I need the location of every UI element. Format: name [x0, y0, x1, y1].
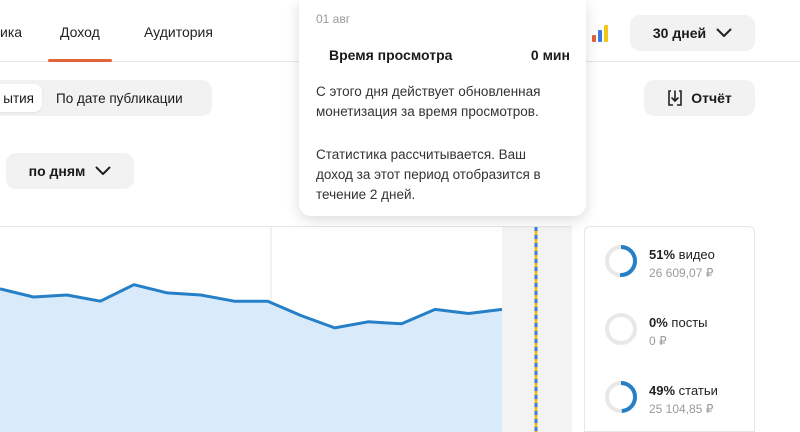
segment-by-publish-date[interactable]: По дате публикации: [56, 84, 183, 112]
tooltip-line: доход за этот период отобразится в: [316, 167, 541, 182]
breakdown-percent: 49%: [649, 383, 676, 398]
chevron-down-icon: [716, 28, 732, 37]
segment-by-event-label: ытия: [3, 90, 34, 106]
report-download-icon: [668, 90, 683, 106]
granularity-dropdown[interactable]: по дням: [6, 153, 134, 189]
chart-area: [0, 284, 502, 432]
breakdown-amount: 0 ₽: [649, 334, 667, 348]
breakdown-posts[interactable]: 0% посты 0 ₽: [585, 305, 756, 355]
tooltip-value: 0 мин: [530, 47, 570, 63]
date-mode-segment: ытия По дате публикации: [0, 80, 212, 116]
breakdown-amount: 25 104,85 ₽: [649, 402, 714, 416]
report-label: Отчёт: [691, 90, 732, 106]
report-button[interactable]: Отчёт: [644, 80, 755, 116]
donut-ring-icon: [605, 381, 637, 413]
breakdown-title: 51% видео: [649, 247, 715, 262]
donut-ring-icon: [605, 313, 637, 345]
breakdown-label: статьи: [678, 383, 718, 398]
segment-by-publish-date-label: По дате публикации: [56, 90, 183, 106]
income-breakdown: 51% видео 26 609,07 ₽ 0% посты 0 ₽ 49% с…: [584, 226, 755, 432]
period-dropdown[interactable]: 30 дней: [630, 15, 755, 51]
chart-tooltip: 01 авг Время просмотра 0 мин С этого дня…: [299, 0, 586, 216]
tooltip-processing-note: Статистика рассчитывается. Ваш доход за …: [316, 145, 578, 205]
income-chart: [0, 226, 572, 432]
breakdown-amount: 26 609,07 ₽: [649, 266, 714, 280]
breakdown-percent: 0%: [649, 315, 668, 330]
breakdown-label: видео: [678, 247, 715, 262]
bar-chart-icon: [592, 24, 614, 42]
tooltip-monetization-note: С этого дня действует обновленная монети…: [316, 82, 578, 122]
breakdown-title: 49% статьи: [649, 383, 718, 398]
tooltip-date: 01 авг: [316, 12, 351, 26]
breakdown-label: посты: [671, 315, 708, 330]
breakdown-articles[interactable]: 49% статьи 25 104,85 ₽: [585, 373, 756, 423]
breakdown-title: 0% посты: [649, 315, 708, 330]
tooltip-line: монетизация за время просмотров.: [316, 104, 539, 119]
chevron-down-icon: [95, 166, 111, 175]
granularity-label: по дням: [28, 163, 86, 179]
income-chart-svg: [0, 227, 572, 432]
donut-ring-icon: [605, 245, 637, 277]
period-label: 30 дней: [652, 25, 707, 41]
segment-by-event[interactable]: ытия: [0, 84, 42, 112]
tooltip-line: Статистика рассчитывается. Ваш: [316, 147, 527, 162]
tab-audience[interactable]: Аудитория: [144, 24, 213, 40]
tab-statistics[interactable]: ика: [0, 24, 22, 40]
tooltip-line: С этого дня действует обновленная: [316, 84, 541, 99]
breakdown-video[interactable]: 51% видео 26 609,07 ₽: [585, 237, 756, 287]
tooltip-metric: Время просмотра: [329, 47, 453, 63]
breakdown-percent: 51%: [649, 247, 676, 262]
tab-income[interactable]: Доход: [48, 24, 112, 62]
tooltip-line: течение 2 дней.: [316, 187, 416, 202]
